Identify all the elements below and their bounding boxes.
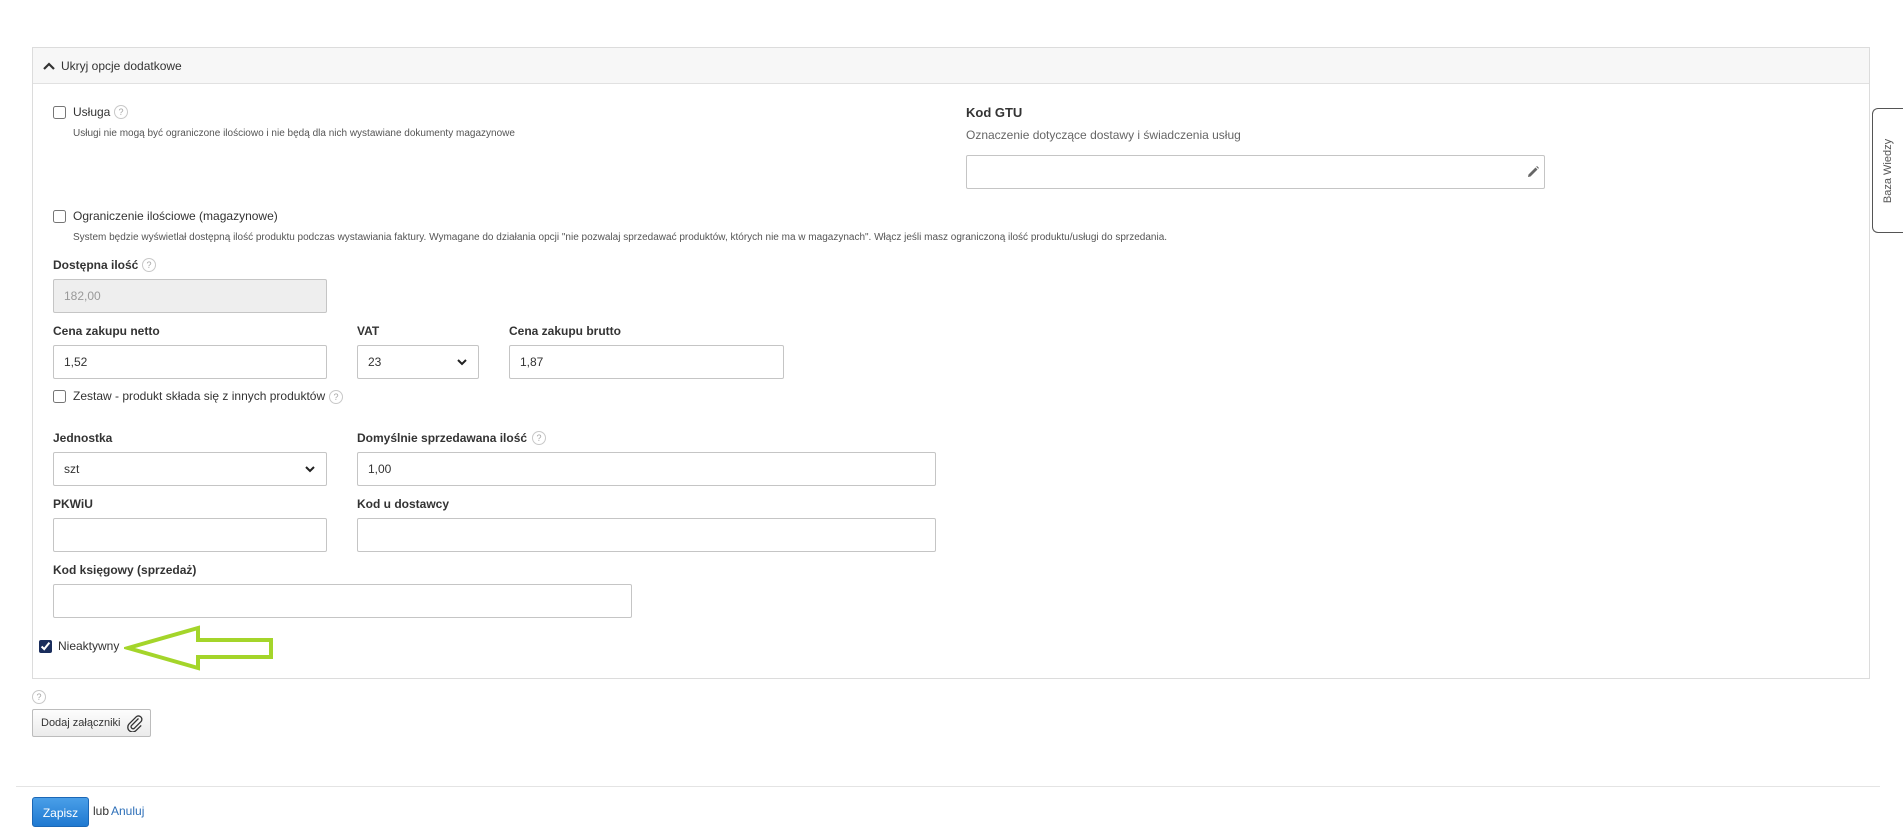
service-checkbox[interactable]	[53, 106, 66, 119]
purchase-gross-label: Cena zakupu brutto	[509, 324, 622, 338]
chevron-down-icon	[305, 466, 315, 473]
accounting-code-input[interactable]	[53, 584, 632, 618]
gtu-subtitle: Oznaczenie dotyczące dostawy i świadczen…	[966, 128, 1241, 142]
add-attachments-label: Dodaj załączniki	[41, 717, 121, 729]
vat-label: VAT	[357, 324, 380, 338]
unit-label: Jednostka	[53, 431, 113, 445]
unit-select[interactable]: szt	[53, 452, 327, 486]
quantity-limit-note: System będzie wyświetlał dostępną ilość …	[73, 232, 1168, 243]
vat-selected-value: 23	[368, 355, 382, 369]
available-qty-label: Dostępna ilość	[53, 258, 139, 272]
footer-divider	[16, 786, 1880, 787]
inactive-checkbox[interactable]	[39, 640, 52, 653]
knowledge-base-tab[interactable]: Baza Wiedzy	[1872, 108, 1903, 233]
service-help-icon[interactable]: ?	[114, 105, 128, 119]
knowledge-base-label: Baza Wiedzy	[1882, 138, 1895, 203]
or-text: lub	[93, 804, 110, 818]
attachments-help-icon[interactable]: ?	[32, 690, 46, 704]
quantity-limit-label: Ograniczenie ilościowe (magazynowe)	[73, 209, 278, 223]
unit-selected-value: szt	[64, 462, 80, 476]
default-qty-input[interactable]	[357, 452, 936, 486]
bundle-help-icon[interactable]: ?	[329, 390, 343, 404]
available-qty-input	[53, 279, 327, 313]
chevron-down-icon	[457, 359, 467, 366]
bundle-checkbox[interactable]	[53, 390, 66, 403]
service-label: Usługa	[73, 105, 111, 119]
purchase-net-label: Cena zakupu netto	[53, 324, 160, 338]
hide-options-toggle[interactable]: Ukryj opcje dodatkowe	[33, 48, 1869, 84]
default-qty-label: Domyślnie sprzedawana ilość	[357, 431, 528, 445]
arrow-left-icon	[124, 625, 273, 671]
gtu-input[interactable]	[966, 155, 1545, 189]
add-attachments-button[interactable]: Dodaj załączniki	[32, 709, 152, 737]
panel-title: Ukryj opcje dodatkowe	[61, 58, 182, 73]
supplier-code-label: Kod u dostawcy	[357, 497, 450, 511]
bundle-label: Zestaw - produkt składa się z innych pro…	[73, 389, 326, 403]
supplier-code-input[interactable]	[357, 518, 936, 552]
purchase-net-input[interactable]	[53, 345, 327, 379]
accounting-code-label: Kod księgowy (sprzedaż)	[53, 563, 197, 577]
paperclip-icon	[127, 715, 143, 732]
vat-select[interactable]: 23	[357, 345, 479, 379]
pencil-icon[interactable]	[1526, 165, 1540, 179]
quantity-limit-checkbox[interactable]	[53, 210, 66, 223]
cancel-link[interactable]: Anuluj	[111, 804, 144, 818]
inactive-label: Nieaktywny	[58, 639, 120, 653]
default-qty-help-icon[interactable]: ?	[532, 431, 546, 445]
pkwiu-label: PKWiU	[53, 497, 93, 511]
available-qty-help-icon[interactable]: ?	[142, 258, 156, 272]
pkwiu-input[interactable]	[53, 518, 327, 552]
gtu-title: Kod GTU	[966, 105, 1023, 120]
service-note: Usługi nie mogą być ograniczone ilościow…	[73, 128, 515, 139]
chevron-up-icon	[43, 61, 55, 70]
save-button[interactable]: Zapisz	[32, 797, 89, 827]
purchase-gross-input[interactable]	[509, 345, 784, 379]
